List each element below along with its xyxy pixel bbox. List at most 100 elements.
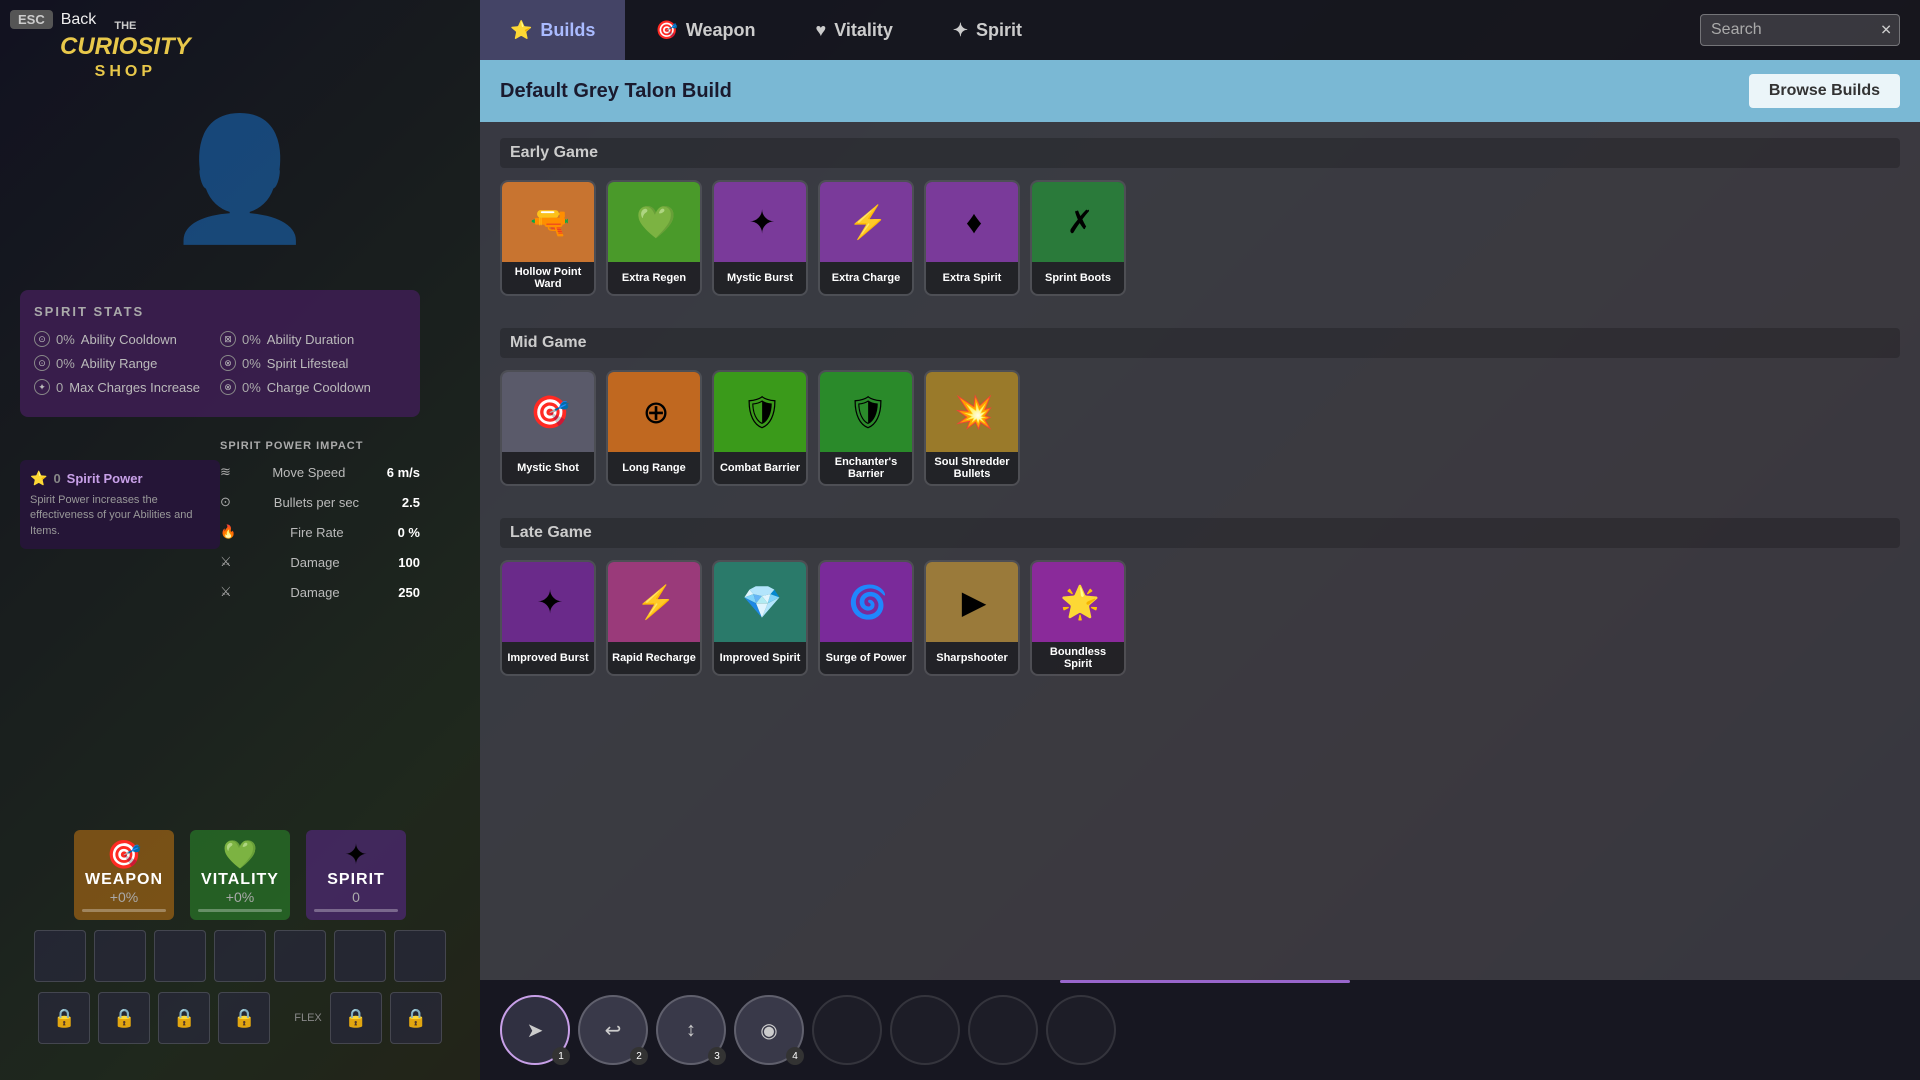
item-improved-burst[interactable]: ✦ Improved Burst — [500, 560, 596, 676]
flex-slot-2[interactable]: 🔒 — [390, 992, 442, 1044]
flex-slot-1[interactable]: 🔒 — [330, 992, 382, 1044]
damage-stat-2: ⚔ Damage 250 — [220, 580, 420, 604]
spirit-label: SPIRIT — [314, 871, 398, 889]
weapon-label: WEAPON — [82, 871, 166, 889]
vitality-icon: 💚 — [198, 838, 282, 871]
improved-spirit-name: Improved Spirit — [714, 642, 806, 674]
enchanters-barrier-icon: 🛡 — [820, 372, 914, 452]
vitality-slot-2[interactable] — [274, 930, 326, 982]
browse-builds-button[interactable]: Browse Builds — [1749, 74, 1900, 108]
main-content: Default Grey Talon Build Browse Builds E… — [480, 60, 1920, 1080]
damage-stat-1: ⚔ Damage 100 — [220, 550, 420, 574]
long-range-icon: ⊕ — [608, 372, 702, 452]
mid-game-label: Mid Game — [500, 328, 1900, 358]
max-charges-icon: ✦ — [34, 379, 50, 395]
surge-of-power-name: Surge of Power — [820, 642, 912, 674]
ability-cooldown-icon: ⊙ — [34, 331, 50, 347]
item-enchanters-barrier[interactable]: 🛡 Enchanter's Barrier — [818, 370, 914, 486]
spirit-stat-box[interactable]: ✦ SPIRIT 0 — [306, 830, 406, 920]
item-soul-shredder-bullets[interactable]: 💥 Soul Shredder Bullets — [924, 370, 1020, 486]
item-long-range[interactable]: ⊕ Long Range — [606, 370, 702, 486]
item-extra-spirit[interactable]: ♦ Extra Spirit — [924, 180, 1020, 296]
tab-spirit[interactable]: ✦ Spirit — [923, 0, 1052, 60]
lock-icon-5: 🔒 — [345, 1008, 367, 1029]
item-sharpshooter[interactable]: ▶ Sharpshooter — [924, 560, 1020, 676]
weapon-value: +0% — [82, 889, 166, 905]
early-game-section: Early Game 🔫 Hollow Point Ward 💚 Extra R… — [480, 122, 1920, 312]
weapon-slot-4[interactable]: 🔒 — [38, 992, 90, 1044]
empty-slot-3 — [968, 995, 1038, 1065]
ability-slot-1[interactable]: ➤ 1 — [500, 995, 570, 1065]
stat-max-charges: ✦ 0 Max Charges Increase — [34, 379, 220, 395]
back-button[interactable]: ESC Back — [10, 10, 96, 29]
builds-label: Builds — [540, 20, 595, 41]
spirit-slot-1[interactable] — [394, 930, 446, 982]
item-surge-of-power[interactable]: 🌀 Surge of Power — [818, 560, 914, 676]
item-hollow-point-ward[interactable]: 🔫 Hollow Point Ward — [500, 180, 596, 296]
character-portrait: 👤 — [20, 80, 460, 280]
stat-charge-cooldown: ⊗ 0% Charge Cooldown — [220, 379, 406, 395]
item-mystic-burst[interactable]: ✦ Mystic Burst — [712, 180, 808, 296]
sprint-boots-icon: ✗ — [1032, 182, 1126, 262]
close-icon[interactable]: ✕ — [1880, 22, 1892, 39]
ability-slot-4[interactable]: ◉ 4 — [734, 995, 804, 1065]
item-improved-spirit[interactable]: 💎 Improved Spirit — [712, 560, 808, 676]
tab-weapon[interactable]: 🎯 Weapon — [625, 0, 785, 60]
weapon-stat-box[interactable]: 🎯 WEAPON +0% — [74, 830, 174, 920]
vitality-slot-1[interactable] — [214, 930, 266, 982]
item-boundless-spirit[interactable]: 🌟 Boundless Spirit — [1030, 560, 1126, 676]
bottom-left-panel: 🎯 WEAPON +0% 💚 VITALITY +0% ✦ SPIRIT 0 🔒… — [0, 820, 480, 1080]
builds-icon: ⭐ — [510, 20, 532, 41]
ability-2-number: 2 — [630, 1047, 648, 1065]
search-input[interactable] — [1700, 14, 1900, 46]
esc-badge: ESC — [10, 10, 53, 29]
stat-spirit-lifesteal: ⊗ 0% Spirit Lifesteal — [220, 355, 406, 371]
improved-spirit-icon: 💎 — [714, 562, 808, 642]
lock-icon-6: 🔒 — [405, 1008, 427, 1029]
late-game-label: Late Game — [500, 518, 1900, 548]
extra-spirit-icon: ♦ — [926, 182, 1020, 262]
early-game-label: Early Game — [500, 138, 1900, 168]
vitality-slot-4[interactable]: 🔒 — [158, 992, 210, 1044]
mid-game-items: 🎯 Mystic Shot ⊕ Long Range 🛡 Combat Barr… — [500, 370, 1900, 486]
item-extra-regen[interactable]: 💚 Extra Regen — [606, 180, 702, 296]
spirit-icon: ✦ — [314, 838, 398, 871]
vitality-tab-label: Vitality — [834, 20, 893, 41]
lock-icon-4: 🔒 — [233, 1008, 255, 1029]
item-mystic-shot[interactable]: 🎯 Mystic Shot — [500, 370, 596, 486]
top-nav-bar: ⭐ Builds 🎯 Weapon ♥ Vitality ✦ Spirit ✕ — [480, 0, 1920, 60]
sharpshooter-icon: ▶ — [926, 562, 1020, 642]
ability-bar-indicator — [1060, 980, 1350, 983]
item-rapid-recharge[interactable]: ⚡ Rapid Recharge — [606, 560, 702, 676]
stat-ability-cooldown: ⊙ 0% Ability Cooldown — [34, 331, 220, 347]
vitality-slot-5[interactable]: 🔒 — [218, 992, 270, 1044]
item-slots-weapon — [34, 930, 446, 982]
ability-1-number: 1 — [552, 1047, 570, 1065]
ability-3-icon: ↕ — [686, 1019, 696, 1042]
weapon-bar — [82, 909, 166, 912]
weapon-slot-5[interactable]: 🔒 — [98, 992, 150, 1044]
ability-slot-2[interactable]: ↩ 2 — [578, 995, 648, 1065]
boundless-spirit-icon: 🌟 — [1032, 562, 1126, 642]
vitality-slot-3[interactable] — [334, 930, 386, 982]
spirit-stats-title: SPIRIT STATS — [34, 304, 406, 319]
empty-slot-2 — [890, 995, 960, 1065]
ability-bar: ➤ 1 ↩ 2 ↕ 3 ◉ 4 — [480, 980, 1920, 1080]
spirit-tab-label: Spirit — [976, 20, 1022, 41]
item-sprint-boots[interactable]: ✗ Sprint Boots — [1030, 180, 1126, 296]
mid-game-section: Mid Game 🎯 Mystic Shot ⊕ Long Range 🛡 Co… — [480, 312, 1920, 502]
weapon-slot-3[interactable] — [154, 930, 206, 982]
search-box: ✕ — [1700, 14, 1900, 46]
weapon-slot-1[interactable] — [34, 930, 86, 982]
tab-builds[interactable]: ⭐ Builds — [480, 0, 625, 60]
item-extra-charge[interactable]: ⚡ Extra Charge — [818, 180, 914, 296]
vitality-stat-box[interactable]: 💚 VITALITY +0% — [190, 830, 290, 920]
empty-slot-1 — [812, 995, 882, 1065]
item-combat-barrier[interactable]: 🛡 Combat Barrier — [712, 370, 808, 486]
build-title: Default Grey Talon Build — [500, 80, 732, 103]
ability-slot-3[interactable]: ↕ 3 — [656, 995, 726, 1065]
soul-shredder-bullets-name: Soul Shredder Bullets — [926, 452, 1018, 484]
tab-vitality[interactable]: ♥ Vitality — [786, 0, 923, 60]
spirit-power-title: ⭐ 0 Spirit Power — [30, 470, 210, 487]
weapon-slot-2[interactable] — [94, 930, 146, 982]
